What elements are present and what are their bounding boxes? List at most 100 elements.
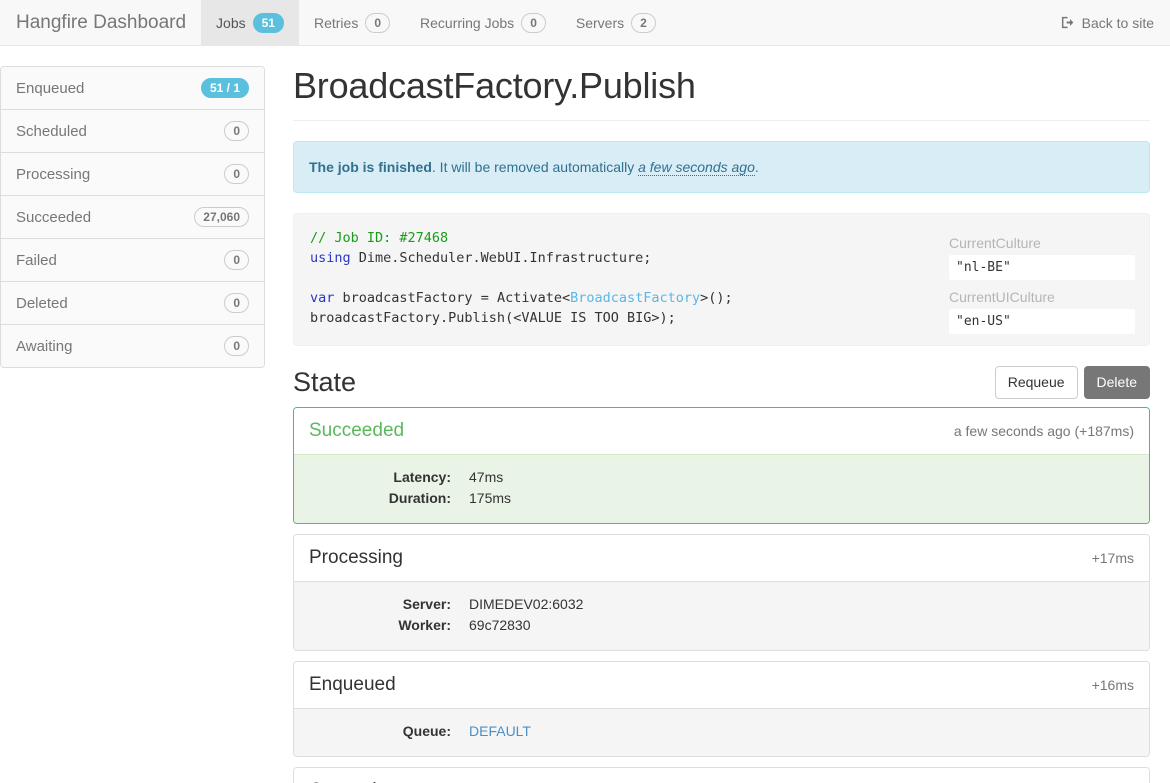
state-detail-value: DIMEDEV02:6032 [469,596,584,613]
sidebar-item-label: Awaiting [16,337,73,355]
nav-tab-label: Jobs [216,14,246,31]
code-using-namespace: Dime.Scheduler.WebUI.Infrastructure; [350,249,652,266]
state-panel-timestamp: +16ms [1091,677,1134,694]
main-content: BroadcastFactory.Publish The job is fini… [265,46,1170,783]
sidebar-item-badge: 0 [224,250,249,270]
state-detail-value: 175ms [469,490,512,507]
sidebar-item-badge: 51 / 1 [200,78,249,98]
nav-tab-retries[interactable]: Retries 0 [299,0,405,45]
back-to-site-link[interactable]: Back to site [1061,15,1154,31]
nav-tab-badge: 0 [365,12,391,33]
sidebar-item-failed[interactable]: Failed 0 [1,239,264,282]
job-code-panel: // Job ID: #27468 using Dime.Scheduler.W… [293,212,1150,346]
sidebar-item-deleted[interactable]: Deleted 0 [1,282,264,325]
alert-text-after: . [754,158,759,175]
code-activate-expression: broadcastFactory = Activate< [334,289,571,306]
sidebar-item-succeeded[interactable]: Succeeded 27,060 [1,196,264,239]
alert-text-before: . It will be removed automatically [431,158,639,175]
state-panel-header: Createda few seconds ago [294,768,1149,783]
state-detail-term: Worker: [398,617,451,634]
code-activate-tail: >(); [700,289,733,306]
sidebar-item-label: Enqueued [16,79,85,97]
delete-button[interactable]: Delete [1083,365,1150,400]
code-publish-call: broadcastFactory.Publish(<VALUE IS TOO B… [310,309,676,326]
state-panel-body: Latency: 47ms Duration: 175ms [294,454,1149,524]
current-ui-culture-label: CurrentUICulture [949,288,1055,305]
current-culture-label: CurrentCulture [949,234,1041,251]
job-state-list: Enqueued 51 / 1 Scheduled 0 Processing 0 Succe… [0,66,265,368]
nav-tabs: Jobs 51 Retries 0 Recurring Jobs 0 Servers 2 [201,0,671,45]
code-type-name: BroadcastFactory [570,289,701,306]
state-panel-header: Processing +17ms [294,535,1149,582]
back-to-site-label: Back to site [1081,14,1154,31]
sidebar-item-processing[interactable]: Processing 0 [1,153,264,196]
state-panel-created: Createda few seconds ago [293,767,1150,783]
sidebar-item-badge: 0 [224,336,249,356]
state-panel-body: Server: DIMEDEV02:6032 Worker: 69c72830 [294,581,1149,651]
sidebar-item-label: Succeeded [16,208,92,226]
sidebar-item-scheduled[interactable]: Scheduled 0 [1,110,264,153]
state-detail-value: 69c72830 [469,617,531,634]
navbar-right: Back to site [1061,0,1170,45]
culture-fields: CurrentCulture "nl-BE" CurrentUICulture … [949,234,1135,342]
state-heading: State [293,366,357,397]
requeue-button[interactable]: Requeue [994,365,1078,400]
state-panel-header: Succeeded a few seconds ago (+187ms) [294,408,1149,455]
nav-tab-servers[interactable]: Servers 2 [561,0,671,45]
state-detail-list: Server: DIMEDEV02:6032 Worker: 69c72830 [309,594,1134,636]
sidebar-item-badge: 27,060 [194,207,249,227]
sidebar-item-awaiting[interactable]: Awaiting 0 [1,325,264,367]
sidebar-item-label: Scheduled [16,122,87,140]
current-culture-value: "nl-BE" [949,254,1135,280]
state-header: State Requeue Delete [293,365,1150,400]
state-panel-succeeded: Succeeded a few seconds ago (+187ms) Laten… [293,407,1150,525]
sidebar-item-label: Processing [16,165,91,183]
nav-tab-label: Recurring Jobs [420,14,515,31]
current-ui-culture-value: "en-US" [949,308,1135,334]
sidebar-item-badge: 0 [224,164,249,184]
state-actions: Requeue Delete [994,365,1150,400]
sidebar-item-label: Failed [16,251,57,269]
brand-title: Hangfire Dashboard [16,12,187,33]
state-panel-timestamp: +17ms [1091,550,1134,567]
nav-tab-badge: 51 [252,12,284,33]
state-detail-term: Queue: [402,723,451,740]
state-detail-value: 47ms [469,469,504,486]
title-divider [293,119,1150,121]
state-panel-header: Enqueued +16ms [294,662,1149,709]
state-panel-processing: Processing +17ms Server: DIMEDEV02:6032 Work… [293,534,1150,652]
state-panel-list: Succeeded a few seconds ago (+187ms) Laten… [293,407,1150,783]
state-panel-body: Queue: DEFAULT [294,708,1149,757]
nav-tab-jobs[interactable]: Jobs 51 [201,0,299,45]
alert-strong-text: The job is finished [309,158,432,175]
state-panel-title: Succeeded [309,420,405,442]
state-detail-term: Latency: [393,469,451,486]
top-navbar: Hangfire Dashboard Jobs 51 Retries 0 Recurri… [0,0,1170,46]
sidebar-item-badge: 0 [224,293,249,313]
state-panel-enqueued: Enqueued +16ms Queue: DEFAULT [293,661,1150,758]
state-detail-term: Duration: [388,490,451,507]
state-panel-timestamp: a few seconds ago (+187ms) [953,423,1134,440]
state-detail-term: Server: [402,596,451,613]
queue-link[interactable]: DEFAULT [469,723,531,739]
nav-tab-recurring-jobs[interactable]: Recurring Jobs 0 [405,0,561,45]
code-comment: // Job ID: #27468 [310,229,449,246]
job-status-alert: The job is finished. It will be removed … [293,140,1150,193]
sidebar-item-badge: 0 [224,121,249,141]
nav-tab-label: Retries [313,14,359,31]
state-detail-list: Latency: 47ms Duration: 175ms [309,467,1134,509]
code-keyword-var: var [310,289,335,306]
sidebar-item-enqueued[interactable]: Enqueued 51 / 1 [1,67,264,110]
state-detail-value: DEFAULT [469,721,1134,742]
alert-time-ago[interactable]: a few seconds ago [638,158,755,176]
nav-tab-badge: 2 [631,12,656,33]
state-panel-title: Enqueued [309,674,396,696]
nav-tab-badge: 0 [521,12,546,33]
page-layout: Enqueued 51 / 1 Scheduled 0 Processing 0 Succe… [0,46,1170,783]
sidebar: Enqueued 51 / 1 Scheduled 0 Processing 0 Succe… [0,46,265,368]
nav-tab-label: Servers [575,14,625,31]
code-keyword-using: using [310,249,351,266]
state-panel-title: Created [309,779,377,783]
page-title: BroadcastFactory.Publish [293,65,696,106]
sidebar-item-label: Deleted [16,294,68,312]
